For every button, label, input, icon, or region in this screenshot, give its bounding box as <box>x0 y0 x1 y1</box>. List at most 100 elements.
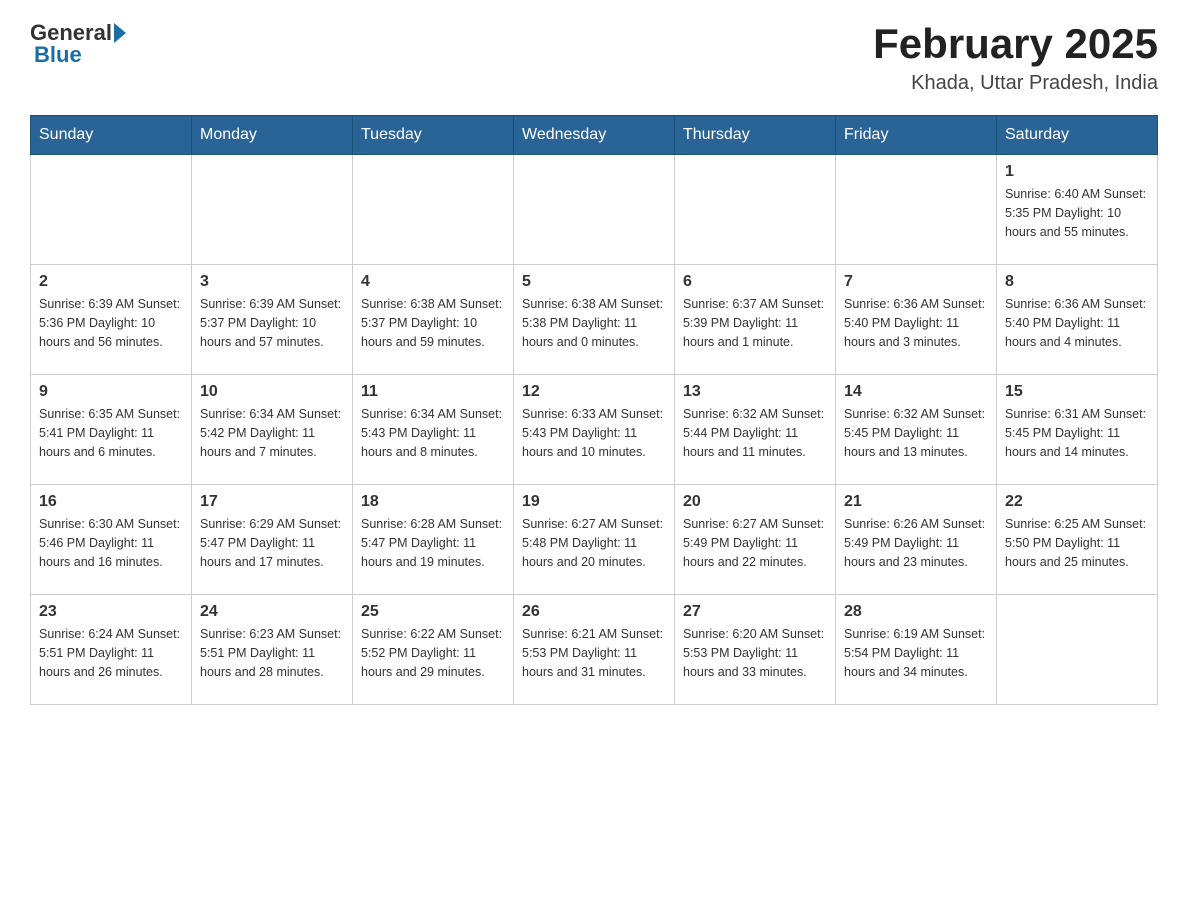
calendar-cell: 19 Sunrise: 6:27 AM Sunset: 5:48 PM Dayli… <box>514 485 675 595</box>
calendar-cell: 10 Sunrise: 6:34 AM Sunset: 5:42 PM Dayli… <box>192 375 353 485</box>
calendar-cell: 23 Sunrise: 6:24 AM Sunset: 5:51 PM Dayli… <box>31 595 192 705</box>
day-info: Sunrise: 6:38 AM Sunset: 5:37 PM Dayligh… <box>361 295 505 351</box>
logo-arrow-icon <box>114 23 126 43</box>
day-number: 4 <box>361 273 505 291</box>
calendar-cell: 11 Sunrise: 6:34 AM Sunset: 5:43 PM Dayli… <box>353 375 514 485</box>
calendar-cell: 28Sunrise: 6:19 AM Sunset: 5:54 PM Dayli… <box>836 595 997 705</box>
day-of-week-header: Friday <box>836 116 997 155</box>
day-info: Sunrise: 6:31 AM Sunset: 5:45 PM Dayligh… <box>1005 405 1149 461</box>
day-info: Sunrise: 6:23 AM Sunset: 5:51 PM Dayligh… <box>200 625 344 681</box>
day-number: 11 <box>361 383 505 401</box>
day-number: 2 <box>39 273 183 291</box>
calendar-header-row: SundayMondayTuesdayWednesdayThursdayFrid… <box>31 116 1158 155</box>
day-number: 22 <box>1005 493 1149 511</box>
day-info: Sunrise: 6:26 AM Sunset: 5:49 PM Dayligh… <box>844 515 988 571</box>
title-section: February 2025 Khada, Uttar Pradesh, Indi… <box>873 20 1158 95</box>
calendar-cell: 26 Sunrise: 6:21 AM Sunset: 5:53 PM Dayli… <box>514 595 675 705</box>
location-text: Khada, Uttar Pradesh, India <box>873 72 1158 95</box>
day-of-week-header: Sunday <box>31 116 192 155</box>
day-info: Sunrise: 6:34 AM Sunset: 5:42 PM Dayligh… <box>200 405 344 461</box>
calendar-cell: 15 Sunrise: 6:31 AM Sunset: 5:45 PM Dayli… <box>997 375 1158 485</box>
day-info: Sunrise: 6:25 AM Sunset: 5:50 PM Dayligh… <box>1005 515 1149 571</box>
calendar-cell <box>997 595 1158 705</box>
day-info: Sunrise: 6:27 AM Sunset: 5:48 PM Dayligh… <box>522 515 666 571</box>
day-number: 27 <box>683 603 827 621</box>
day-info: Sunrise: 6:37 AM Sunset: 5:39 PM Dayligh… <box>683 295 827 351</box>
day-info: Sunrise: 6:34 AM Sunset: 5:43 PM Dayligh… <box>361 405 505 461</box>
day-info: Sunrise: 6:32 AM Sunset: 5:44 PM Dayligh… <box>683 405 827 461</box>
day-of-week-header: Thursday <box>675 116 836 155</box>
calendar-cell: 17Sunrise: 6:29 AM Sunset: 5:47 PM Dayli… <box>192 485 353 595</box>
day-number: 28 <box>844 603 988 621</box>
calendar-cell: 27Sunrise: 6:20 AM Sunset: 5:53 PM Dayli… <box>675 595 836 705</box>
logo-blue-text: Blue <box>30 42 82 68</box>
day-number: 9 <box>39 383 183 401</box>
day-of-week-header: Saturday <box>997 116 1158 155</box>
day-number: 25 <box>361 603 505 621</box>
calendar-cell: 8 Sunrise: 6:36 AM Sunset: 5:40 PM Daylig… <box>997 265 1158 375</box>
calendar-week-row: 23 Sunrise: 6:24 AM Sunset: 5:51 PM Dayli… <box>31 595 1158 705</box>
month-title: February 2025 <box>873 20 1158 68</box>
calendar-cell: 13 Sunrise: 6:32 AM Sunset: 5:44 PM Dayli… <box>675 375 836 485</box>
day-number: 10 <box>200 383 344 401</box>
day-number: 20 <box>683 493 827 511</box>
day-info: Sunrise: 6:24 AM Sunset: 5:51 PM Dayligh… <box>39 625 183 681</box>
calendar-cell: 22 Sunrise: 6:25 AM Sunset: 5:50 PM Dayli… <box>997 485 1158 595</box>
calendar-week-row: 2 Sunrise: 6:39 AM Sunset: 5:36 PM Daylig… <box>31 265 1158 375</box>
calendar-cell: 1 Sunrise: 6:40 AM Sunset: 5:35 PM Daylig… <box>997 155 1158 265</box>
calendar-cell: 12Sunrise: 6:33 AM Sunset: 5:43 PM Dayli… <box>514 375 675 485</box>
day-number: 17 <box>200 493 344 511</box>
calendar-cell <box>353 155 514 265</box>
calendar-cell: 16Sunrise: 6:30 AM Sunset: 5:46 PM Dayli… <box>31 485 192 595</box>
calendar-cell: 4 Sunrise: 6:38 AM Sunset: 5:37 PM Daylig… <box>353 265 514 375</box>
calendar-cell: 5 Sunrise: 6:38 AM Sunset: 5:38 PM Daylig… <box>514 265 675 375</box>
calendar-cell: 3Sunrise: 6:39 AM Sunset: 5:37 PM Daylig… <box>192 265 353 375</box>
calendar-cell: 24 Sunrise: 6:23 AM Sunset: 5:51 PM Dayli… <box>192 595 353 705</box>
day-number: 19 <box>522 493 666 511</box>
day-of-week-header: Tuesday <box>353 116 514 155</box>
calendar-cell: 18Sunrise: 6:28 AM Sunset: 5:47 PM Dayli… <box>353 485 514 595</box>
day-info: Sunrise: 6:22 AM Sunset: 5:52 PM Dayligh… <box>361 625 505 681</box>
day-info: Sunrise: 6:35 AM Sunset: 5:41 PM Dayligh… <box>39 405 183 461</box>
calendar-cell <box>675 155 836 265</box>
calendar-cell: 6Sunrise: 6:37 AM Sunset: 5:39 PM Daylig… <box>675 265 836 375</box>
day-number: 1 <box>1005 163 1149 181</box>
calendar-cell: 21 Sunrise: 6:26 AM Sunset: 5:49 PM Dayli… <box>836 485 997 595</box>
day-number: 26 <box>522 603 666 621</box>
day-number: 7 <box>844 273 988 291</box>
day-number: 15 <box>1005 383 1149 401</box>
calendar-cell <box>31 155 192 265</box>
calendar-cell <box>514 155 675 265</box>
day-number: 21 <box>844 493 988 511</box>
day-of-week-header: Monday <box>192 116 353 155</box>
day-number: 8 <box>1005 273 1149 291</box>
day-number: 23 <box>39 603 183 621</box>
day-number: 14 <box>844 383 988 401</box>
day-info: Sunrise: 6:33 AM Sunset: 5:43 PM Dayligh… <box>522 405 666 461</box>
logo: General Blue <box>30 20 128 68</box>
calendar-cell: 7Sunrise: 6:36 AM Sunset: 5:40 PM Daylig… <box>836 265 997 375</box>
page-header: General Blue February 2025 Khada, Uttar … <box>30 20 1158 95</box>
day-number: 5 <box>522 273 666 291</box>
day-info: Sunrise: 6:40 AM Sunset: 5:35 PM Dayligh… <box>1005 185 1149 241</box>
calendar-table: SundayMondayTuesdayWednesdayThursdayFrid… <box>30 115 1158 705</box>
day-number: 13 <box>683 383 827 401</box>
calendar-cell <box>192 155 353 265</box>
calendar-cell: 25 Sunrise: 6:22 AM Sunset: 5:52 PM Dayli… <box>353 595 514 705</box>
day-of-week-header: Wednesday <box>514 116 675 155</box>
day-info: Sunrise: 6:39 AM Sunset: 5:36 PM Dayligh… <box>39 295 183 351</box>
day-number: 3 <box>200 273 344 291</box>
calendar-cell: 14Sunrise: 6:32 AM Sunset: 5:45 PM Dayli… <box>836 375 997 485</box>
calendar-cell: 9 Sunrise: 6:35 AM Sunset: 5:41 PM Daylig… <box>31 375 192 485</box>
calendar-week-row: 1 Sunrise: 6:40 AM Sunset: 5:35 PM Daylig… <box>31 155 1158 265</box>
calendar-cell: 2 Sunrise: 6:39 AM Sunset: 5:36 PM Daylig… <box>31 265 192 375</box>
calendar-cell: 20 Sunrise: 6:27 AM Sunset: 5:49 PM Dayli… <box>675 485 836 595</box>
day-info: Sunrise: 6:27 AM Sunset: 5:49 PM Dayligh… <box>683 515 827 571</box>
day-info: Sunrise: 6:28 AM Sunset: 5:47 PM Dayligh… <box>361 515 505 571</box>
day-info: Sunrise: 6:38 AM Sunset: 5:38 PM Dayligh… <box>522 295 666 351</box>
calendar-cell <box>836 155 997 265</box>
calendar-week-row: 9 Sunrise: 6:35 AM Sunset: 5:41 PM Daylig… <box>31 375 1158 485</box>
day-info: Sunrise: 6:21 AM Sunset: 5:53 PM Dayligh… <box>522 625 666 681</box>
day-info: Sunrise: 6:36 AM Sunset: 5:40 PM Dayligh… <box>1005 295 1149 351</box>
day-number: 24 <box>200 603 344 621</box>
